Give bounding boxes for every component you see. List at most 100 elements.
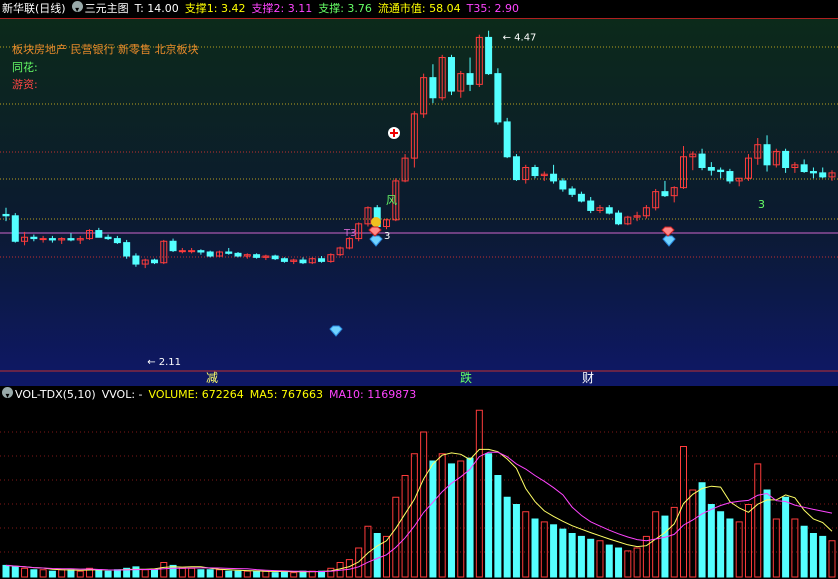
t35-value: T35: 2.90 (466, 2, 520, 15)
volume-bar (132, 566, 140, 578)
candle-body (150, 259, 158, 264)
candle-body (234, 252, 242, 257)
three-label: 3 (758, 198, 765, 211)
volume-bar (113, 569, 121, 578)
candle-body (39, 238, 47, 241)
chart-background (0, 18, 838, 386)
volume-bar (800, 525, 808, 578)
volume-bar (30, 569, 38, 578)
volume-bar (763, 489, 771, 578)
candle-body (280, 258, 288, 262)
volume-bar (48, 570, 56, 578)
candle-body (11, 215, 19, 242)
volume-bar (206, 569, 214, 578)
volume-bar (318, 570, 326, 578)
candle-body (531, 167, 539, 177)
volume-header: ▾ VOL-TDX(5,10) VVOL: - VOLUME: 672264 MA… (0, 386, 838, 404)
vol-menu-icon[interactable]: ▾ (2, 387, 13, 400)
tonghua-info: 同花: (12, 59, 38, 75)
volume-bar (494, 475, 502, 578)
candle-body (429, 77, 437, 99)
youzi-text: 游资: (12, 78, 38, 91)
low-price-label: ← 2.11 (147, 357, 181, 368)
volume-bar (531, 518, 539, 578)
volume-bar (225, 570, 233, 578)
candle-body (782, 150, 790, 169)
volume-bar (568, 533, 576, 578)
candle-body (605, 207, 613, 214)
candle-body (550, 173, 558, 182)
t-value: T: 14.00 (134, 2, 179, 15)
volume-bar (512, 504, 520, 578)
volume-bar (809, 533, 817, 578)
t3-label: T3 (343, 228, 356, 239)
candle-body (717, 169, 725, 173)
candle-body (206, 251, 214, 257)
volume-bar (104, 570, 112, 578)
volume-bar (150, 569, 158, 578)
candle-body (800, 164, 808, 173)
candle-body (494, 73, 502, 123)
volume-bar (253, 570, 261, 578)
candle-body (318, 258, 326, 262)
candle-body (113, 238, 121, 244)
volume-bar (485, 453, 493, 578)
candle-body (132, 255, 140, 265)
volume-bar (466, 457, 474, 578)
vol-indicator-name[interactable]: ▾ VOL-TDX(5,10) (2, 386, 96, 404)
volume-chart[interactable] (0, 404, 838, 579)
candle-body (568, 188, 576, 195)
candle-body (512, 156, 520, 181)
volume-bar (605, 544, 613, 578)
candle-body (299, 259, 307, 264)
vol-indicator-label: VOL-TDX(5,10) (15, 388, 96, 401)
volume-value: VOLUME: 672264 (148, 388, 244, 401)
volume-bar (271, 572, 279, 578)
indicator-name-label: 三元主图 (84, 2, 129, 15)
support2-value: 支撑2: 3.11 (251, 2, 313, 15)
smiley-icon (371, 217, 381, 227)
sector-text: 板块房地产 民营银行 新零售 北京板块 (12, 43, 199, 56)
indicator-menu-icon[interactable]: ▾ (71, 1, 83, 14)
volume-bar (707, 504, 715, 578)
volume-bar (559, 528, 567, 578)
candle-body (809, 171, 817, 174)
indicator-name[interactable]: ▾ 三元主图 (71, 0, 129, 18)
ma10-value: MA10: 1169873 (329, 388, 417, 401)
candle-body (178, 250, 186, 253)
volume-bar (234, 570, 242, 578)
volume-bar (11, 566, 19, 578)
t3-value: 3 (384, 231, 390, 242)
candle-body (587, 200, 595, 211)
feng-label: 风 (386, 194, 397, 207)
volume-bar (67, 569, 75, 578)
candle-body (2, 213, 10, 217)
volume-bar (503, 496, 511, 578)
support1-value: 支撑1: 3.42 (184, 2, 246, 15)
stock-name[interactable]: 新华联(日线) (2, 0, 66, 18)
volume-bar (2, 564, 10, 578)
candle-body (503, 121, 511, 158)
candle-body (271, 255, 279, 260)
volume-bar (587, 538, 595, 578)
volume-bar (95, 569, 103, 578)
candle-body (485, 36, 493, 75)
price-chart[interactable]: ← 4.47 ← 2.11 T3 3 风 3 减 跌 财 (0, 18, 838, 386)
candle-body (447, 57, 455, 92)
youzi-info: 游资: (12, 76, 38, 92)
volume-bar (661, 515, 669, 578)
candle-body (197, 250, 205, 253)
candle-body (95, 230, 103, 238)
bottom-char: 减 (206, 371, 218, 385)
candle-body (30, 236, 38, 240)
volume-bar (550, 524, 558, 578)
volume-bar (615, 547, 623, 578)
volume-bar (280, 570, 288, 578)
sector-info: 板块房地产 民营银行 新零售 北京板块 (12, 41, 199, 57)
high-price-label: ← 4.47 (503, 33, 537, 44)
candle-body (819, 172, 827, 178)
candle-body (466, 73, 474, 85)
volume-bar (447, 463, 455, 578)
vvol-value: VVOL: - (101, 388, 143, 401)
candle-body (169, 240, 177, 252)
